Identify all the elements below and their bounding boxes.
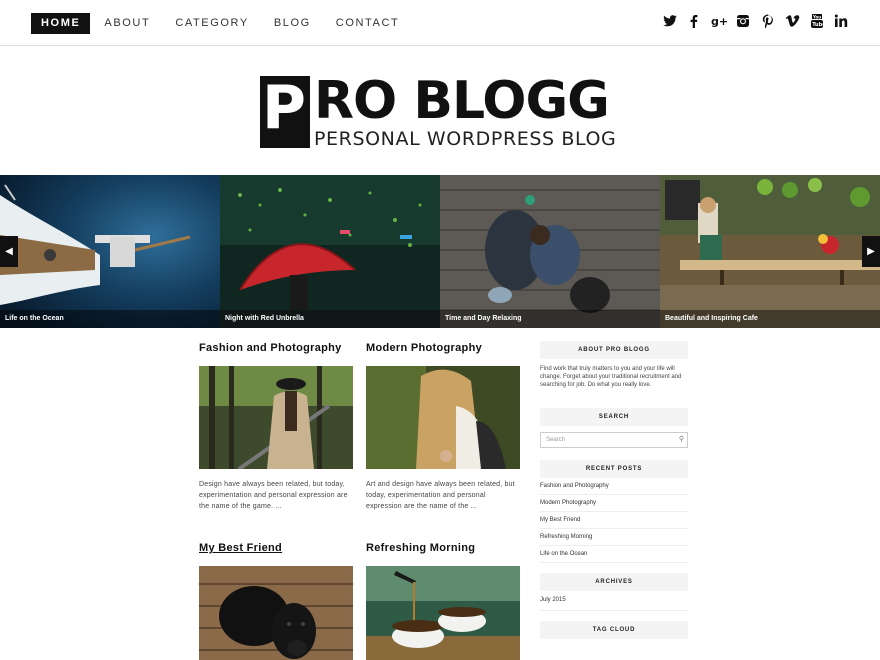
slide-cafe[interactable]: Beautiful and Inspiring Cafe	[660, 175, 880, 328]
logo-letter: P	[262, 73, 306, 143]
post-excerpt: Design have always been related, but tod…	[199, 481, 348, 510]
widget-title-archives: ARCHIVES	[540, 573, 688, 591]
recent-post-link[interactable]: My Best Friend	[540, 512, 688, 529]
widget-title-recent-posts: RECENT POSTS	[540, 460, 688, 478]
slider-prev-button[interactable]: ◀	[0, 236, 18, 267]
post-title[interactable]: Refreshing Morning	[366, 542, 521, 554]
widget-title-tag-cloud: TAG CLOUD	[540, 621, 688, 639]
archive-link[interactable]: July 2015	[540, 591, 688, 611]
logo-wordmark: RO BLOGG	[314, 71, 610, 131]
slide-image-cafe	[660, 175, 880, 328]
post-title[interactable]: Fashion and Photography	[199, 342, 354, 354]
slide-caption: Night with Red Unbrella	[220, 310, 440, 328]
post-thumbnail[interactable]	[366, 566, 520, 660]
nav-home[interactable]: HOME	[31, 13, 91, 34]
search-icon[interactable]: ⚲	[679, 433, 684, 447]
post-thumbnail[interactable]	[199, 366, 353, 469]
widget-title-search: SEARCH	[540, 408, 688, 426]
instagram-icon[interactable]	[735, 12, 751, 30]
slide-image-deck	[440, 175, 660, 328]
facebook-icon[interactable]	[686, 12, 702, 30]
slide-caption: Life on the Ocean	[0, 310, 220, 328]
post-card: Modern Photography Art and design have a…	[366, 342, 521, 510]
slide-caption: Time and Day Relaxing	[440, 310, 660, 328]
social-links: g+ You Tube	[653, 12, 849, 30]
google-plus-icon[interactable]: g+	[711, 12, 728, 30]
slide-image-boat	[0, 175, 220, 328]
nav-blog[interactable]: BLOG	[274, 13, 311, 34]
post-card: My Best Friend	[199, 542, 354, 660]
about-text: Find work that truly matters to you and …	[540, 366, 682, 388]
recent-post-link[interactable]: Life on the Ocean	[540, 546, 688, 563]
top-navbar: HOME ABOUT CATEGORY BLOG CONTACT g+ You T…	[0, 0, 880, 46]
post-thumbnail[interactable]	[199, 566, 353, 660]
slide-ocean[interactable]: Life on the Ocean	[0, 175, 220, 328]
post-card: Fashion and Photography Design have alwa…	[199, 342, 354, 510]
post-card: Refreshing Morning	[366, 542, 521, 660]
main-menu: HOME ABOUT CATEGORY BLOG CONTACT	[31, 13, 424, 34]
recent-post-link[interactable]: Refreshing Morning	[540, 529, 688, 546]
sidebar: ABOUT PRO BLOGG Find work that truly mat…	[540, 341, 688, 639]
slide-relaxing[interactable]: Time and Day Relaxing	[440, 175, 660, 328]
site-logo[interactable]: P RO BLOGG PERSONAL WORDPRESS BLOG	[260, 71, 630, 150]
nav-contact[interactable]: CONTACT	[336, 13, 400, 34]
slide-caption: Beautiful and Inspiring Cafe	[660, 310, 880, 328]
twitter-icon[interactable]	[662, 12, 678, 30]
slide-umbrella[interactable]: Night with Red Unbrella	[220, 175, 440, 328]
post-title[interactable]: Modern Photography	[366, 342, 521, 354]
svg-text:g+: g+	[711, 15, 727, 28]
post-thumbnail[interactable]	[366, 366, 520, 469]
recent-post-link[interactable]: Modern Photography	[540, 495, 688, 512]
search-placeholder: Search	[546, 437, 566, 443]
youtube-icon[interactable]: You Tube	[809, 12, 826, 30]
search-input[interactable]: Search ⚲	[540, 432, 688, 448]
vimeo-icon[interactable]	[784, 12, 800, 30]
site-tagline: PERSONAL WORDPRESS BLOG	[314, 128, 617, 150]
post-excerpt: Art and design have always been related,…	[366, 481, 515, 510]
recent-post-link[interactable]: Fashion and Photography	[540, 478, 688, 495]
post-title[interactable]: My Best Friend	[199, 542, 354, 554]
pinterest-icon[interactable]	[760, 12, 776, 30]
slide-image-umbrella	[220, 175, 440, 328]
featured-slider: Life on the Ocean Night with Red Unbrell…	[0, 175, 880, 328]
widget-title-about: ABOUT PRO BLOGG	[540, 341, 688, 359]
linkedin-icon[interactable]	[833, 12, 849, 30]
nav-about[interactable]: ABOUT	[104, 13, 150, 34]
svg-text:You: You	[812, 14, 821, 19]
slider-next-button[interactable]: ▶	[862, 236, 880, 267]
nav-category[interactable]: CATEGORY	[175, 13, 249, 34]
svg-text:Tube: Tube	[812, 22, 825, 28]
